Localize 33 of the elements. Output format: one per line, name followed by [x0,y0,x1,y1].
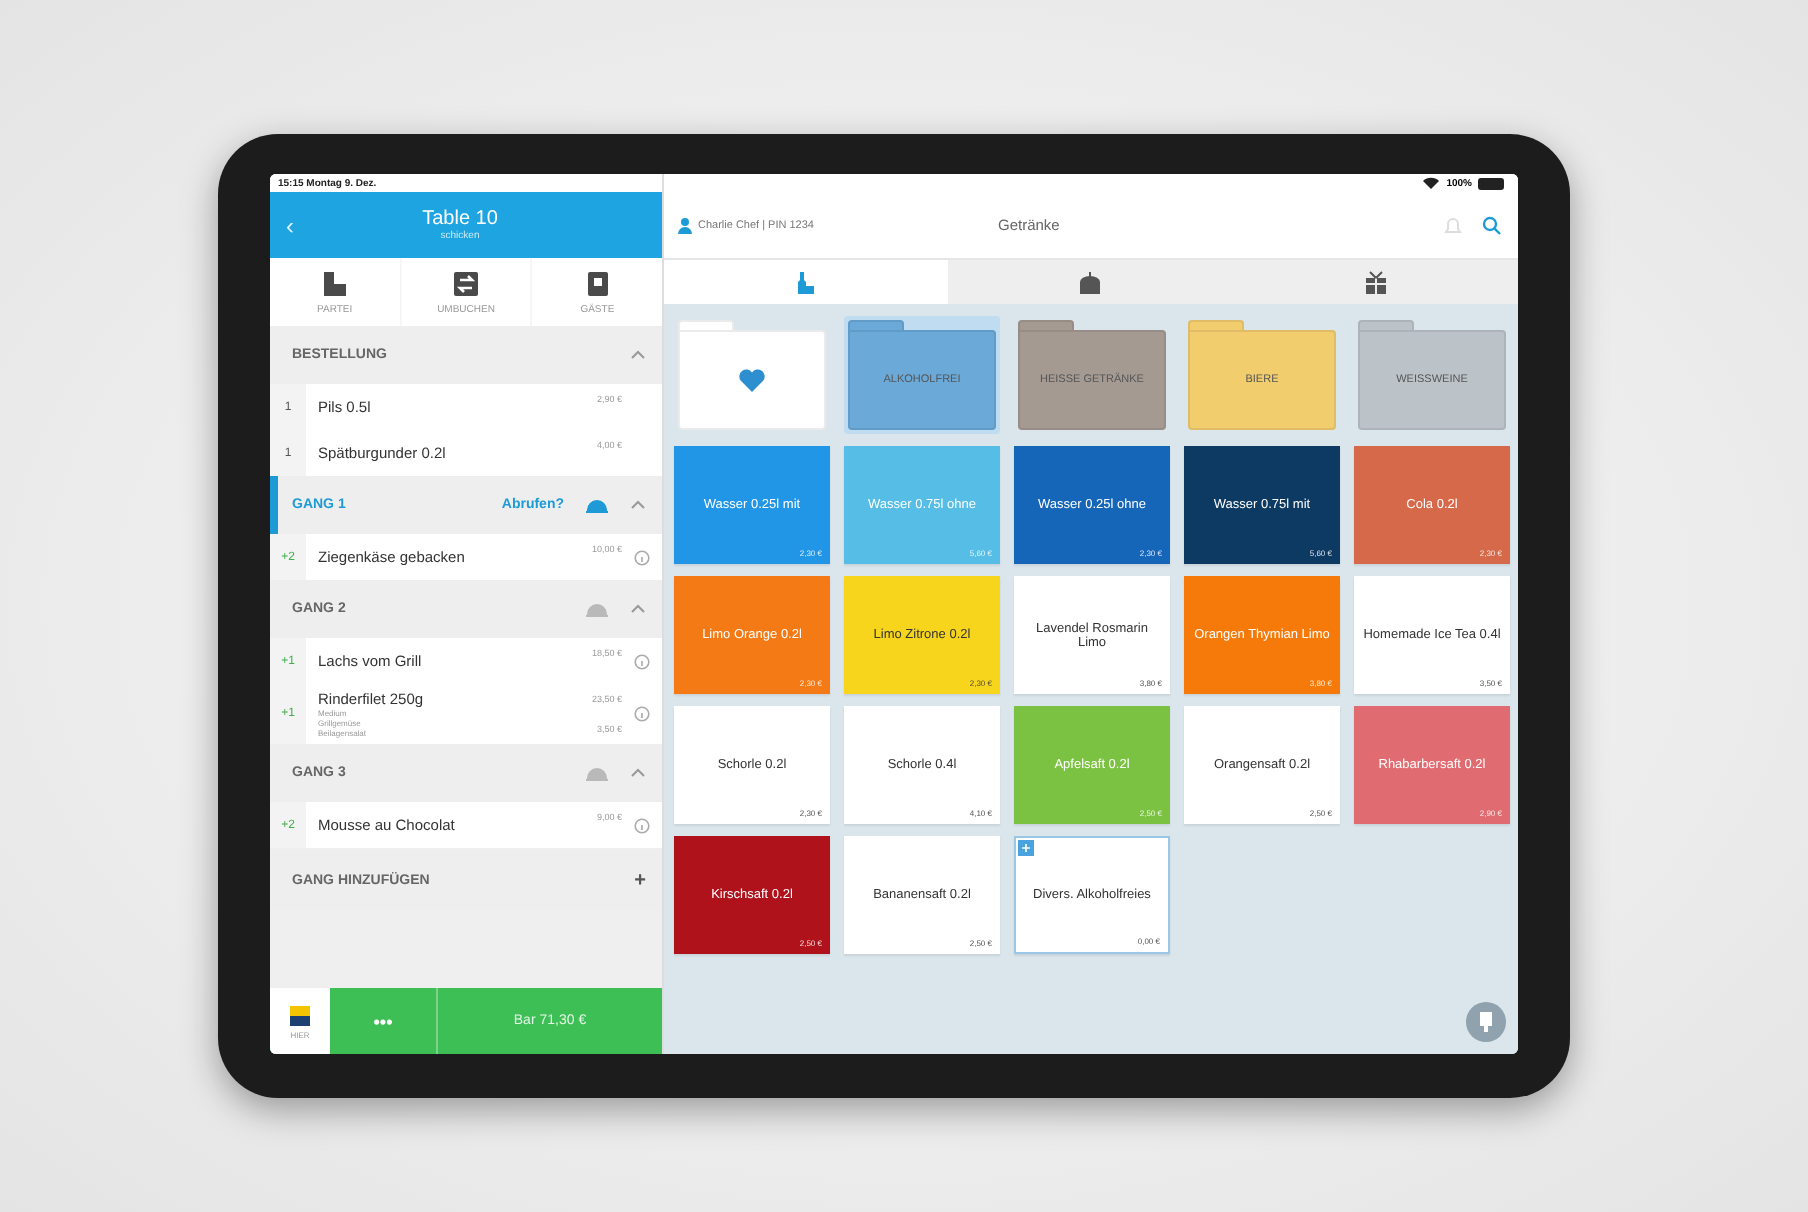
cake-icon [1078,269,1103,295]
info-icon[interactable] [634,549,650,565]
info-icon[interactable] [634,706,650,722]
wifi-icon [1422,176,1441,190]
folder-tab [678,320,734,330]
bottle-icon [794,269,819,295]
card-reader-icon [288,1003,312,1027]
table-title: Table 10 [422,208,498,230]
cloche-icon [584,600,610,618]
chevron-up-icon[interactable] [630,350,646,360]
cloche-icon [584,764,610,782]
bell-icon[interactable] [1444,215,1462,235]
person-icon [678,217,692,233]
gift-icon [1363,269,1388,295]
receipt-button[interactable] [1466,1002,1506,1042]
folder-tab [1188,320,1244,330]
cloche-icon [584,496,610,514]
plus-icon: + [634,869,646,891]
chevron-up-icon[interactable] [630,500,646,510]
seat-icon [583,269,612,297]
folder-tab [1358,320,1414,330]
folder-tab [1018,320,1074,330]
chevron-up-icon[interactable] [630,768,646,778]
heart-icon [738,368,766,392]
search-icon[interactable] [1482,215,1502,235]
info-icon[interactable] [634,817,650,833]
folder-tile[interactable] [674,316,830,434]
folder-tab [848,320,904,330]
chevron-up-icon[interactable] [630,604,646,614]
arrows-icon [452,269,480,297]
battery-icon [1478,177,1506,189]
info-icon[interactable] [634,653,650,669]
edit-corner-icon [1018,840,1034,856]
